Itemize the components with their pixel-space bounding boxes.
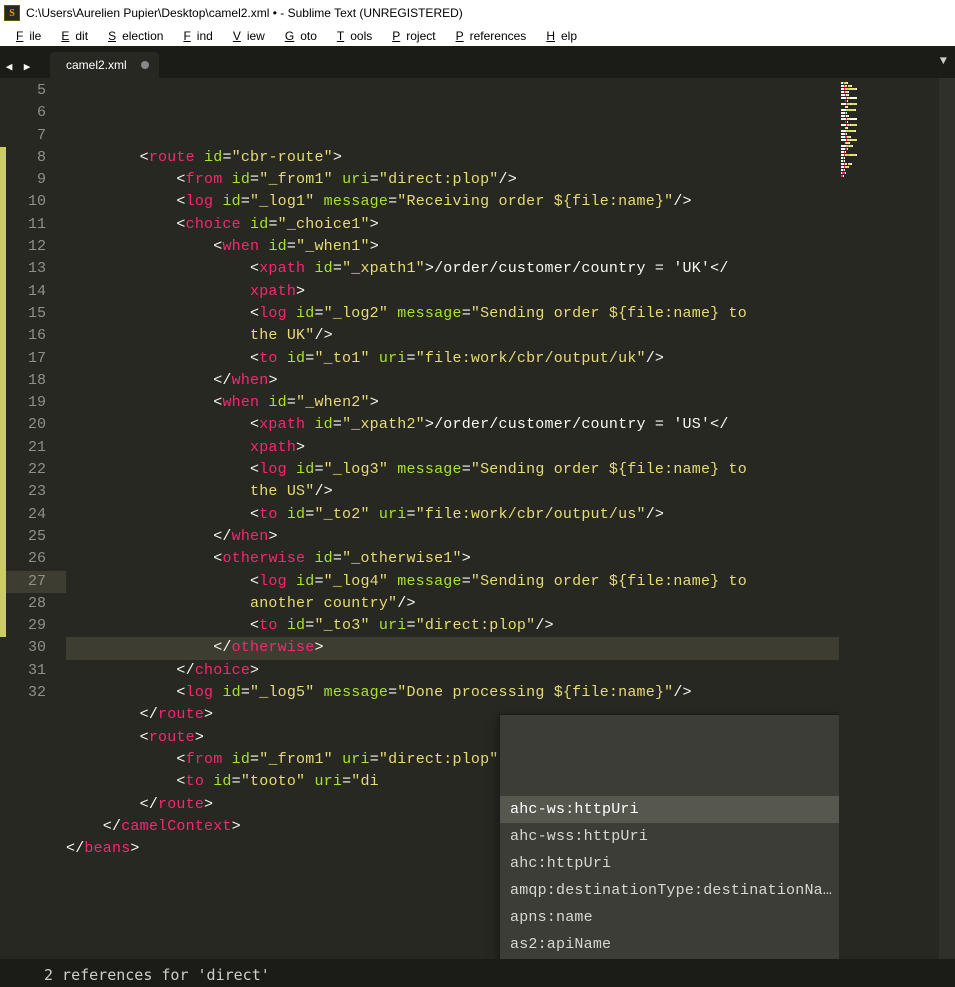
code-line[interactable]: xpath> [66, 281, 839, 303]
code-line[interactable]: </when> [66, 370, 839, 392]
autocomplete-item[interactable]: asterisk:name [500, 958, 872, 959]
vertical-scrollbar[interactable] [939, 78, 955, 959]
menu-item-project[interactable]: Project [380, 27, 441, 45]
line-number[interactable]: 10 [0, 191, 66, 213]
status-bar: 2 references for 'direct' [0, 959, 955, 987]
line-number[interactable]: 9 [0, 169, 66, 191]
autocomplete-item[interactable]: as2:apiName [500, 931, 872, 958]
code-line[interactable]: <log id="_log5" message="Done processing… [66, 682, 839, 704]
line-number[interactable]: 17 [0, 348, 66, 370]
code-line[interactable]: the UK"/> [66, 325, 839, 347]
line-number[interactable]: 26 [0, 548, 66, 570]
menu-item-view[interactable]: View [221, 27, 271, 45]
code-line[interactable]: <otherwise id="_otherwise1"> [66, 548, 839, 570]
code-line[interactable]: <log id="_log3" message="Sending order $… [66, 459, 839, 481]
line-number[interactable]: 27 [0, 571, 66, 593]
line-number[interactable]: 23 [0, 481, 66, 503]
line-number[interactable]: 24 [0, 504, 66, 526]
nav-back-icon[interactable]: ◀ [0, 56, 18, 78]
autocomplete-item[interactable]: ahc-wss:httpUri [500, 823, 872, 850]
window-title: C:\Users\Aurelien Pupier\Desktop\camel2.… [26, 6, 463, 20]
menu-item-file[interactable]: File [4, 27, 47, 45]
line-number[interactable]: 21 [0, 437, 66, 459]
menu-item-selection[interactable]: Selection [96, 27, 169, 45]
menu-item-goto[interactable]: Goto [273, 27, 323, 45]
menu-item-find[interactable]: Find [171, 27, 218, 45]
line-number[interactable]: 11 [0, 214, 66, 236]
line-number[interactable]: 6 [0, 102, 66, 124]
code-line[interactable]: </when> [66, 526, 839, 548]
autocomplete-item[interactable]: apns:name [500, 904, 872, 931]
editor-area: 5678910111213141516171819202122232425262… [0, 78, 955, 959]
code-line[interactable]: <route id="cbr-route"> [66, 147, 839, 169]
app-icon [4, 5, 20, 21]
code-line[interactable]: <to id="_to2" uri="file:work/cbr/output/… [66, 504, 839, 526]
menu-item-edit[interactable]: Edit [49, 27, 94, 45]
code-line[interactable]: </choice> [66, 660, 839, 682]
code-line[interactable]: xpath> [66, 437, 839, 459]
autocomplete-popup[interactable]: ahc-ws:httpUriahc-wss:httpUriahc:httpUri… [499, 714, 873, 959]
line-number[interactable]: 13 [0, 258, 66, 280]
line-number[interactable]: 12 [0, 236, 66, 258]
line-number[interactable]: 20 [0, 414, 66, 436]
line-number[interactable]: 30 [0, 637, 66, 659]
line-number[interactable]: 5 [0, 80, 66, 102]
line-number[interactable]: 32 [0, 682, 66, 704]
tab-strip: ◀ ▶ camel2.xml ▼ [0, 46, 955, 78]
autocomplete-item[interactable]: amqp:destinationType:destinationNa… [500, 877, 872, 904]
code-line[interactable]: <log id="_log1" message="Receiving order… [66, 191, 839, 213]
line-number[interactable]: 16 [0, 325, 66, 347]
autocomplete-item[interactable]: ahc-ws:httpUri [500, 796, 872, 823]
menu-item-preferences[interactable]: Preferences [444, 27, 533, 45]
line-number[interactable]: 7 [0, 125, 66, 147]
menu-item-help[interactable]: Help [534, 27, 583, 45]
code-line[interactable]: <xpath id="_xpath2">/order/customer/coun… [66, 414, 839, 436]
tab-overflow-icon[interactable]: ▼ [940, 54, 947, 68]
code-line[interactable]: <to id="_to1" uri="file:work/cbr/output/… [66, 348, 839, 370]
code-editor[interactable]: <route id="cbr-route"> <from id="_from1"… [66, 78, 839, 959]
code-line[interactable]: <from id="_from1" uri="direct:plop"/> [66, 169, 839, 191]
line-number[interactable]: 22 [0, 459, 66, 481]
code-line[interactable]: <when id="_when2"> [66, 392, 839, 414]
autocomplete-item[interactable]: ahc:httpUri [500, 850, 872, 877]
code-line[interactable]: <xpath id="_xpath1">/order/customer/coun… [66, 258, 839, 280]
line-number[interactable]: 15 [0, 303, 66, 325]
tab-dirty-icon [141, 61, 149, 69]
tab-label: camel2.xml [66, 58, 127, 72]
status-text: 2 references for 'direct' [44, 966, 270, 984]
line-number[interactable]: 31 [0, 660, 66, 682]
line-number[interactable]: 18 [0, 370, 66, 392]
line-number[interactable]: 29 [0, 615, 66, 637]
menu-bar[interactable]: FileEditSelectionFindViewGotoToolsProjec… [0, 26, 955, 46]
window-titlebar: C:\Users\Aurelien Pupier\Desktop\camel2.… [0, 0, 955, 26]
code-line[interactable]: <to id="_to3" uri="direct:plop"/> [66, 615, 839, 637]
line-number[interactable]: 8 [0, 147, 66, 169]
code-line[interactable]: </otherwise> [66, 637, 839, 659]
line-number[interactable]: 14 [0, 281, 66, 303]
nav-forward-icon[interactable]: ▶ [18, 56, 36, 78]
code-line[interactable]: the US"/> [66, 481, 839, 503]
line-number[interactable]: 28 [0, 593, 66, 615]
line-number[interactable]: 19 [0, 392, 66, 414]
minimap[interactable] [839, 78, 939, 959]
code-line[interactable]: <choice id="_choice1"> [66, 214, 839, 236]
menu-item-tools[interactable]: Tools [325, 27, 378, 45]
line-number-gutter[interactable]: 5678910111213141516171819202122232425262… [0, 78, 66, 959]
code-line[interactable]: another country"/> [66, 593, 839, 615]
code-line[interactable]: <when id="_when1"> [66, 236, 839, 258]
code-line[interactable]: <log id="_log2" message="Sending order $… [66, 303, 839, 325]
tab-file[interactable]: camel2.xml [50, 52, 159, 78]
code-line[interactable]: <log id="_log4" message="Sending order $… [66, 571, 839, 593]
line-number[interactable]: 25 [0, 526, 66, 548]
